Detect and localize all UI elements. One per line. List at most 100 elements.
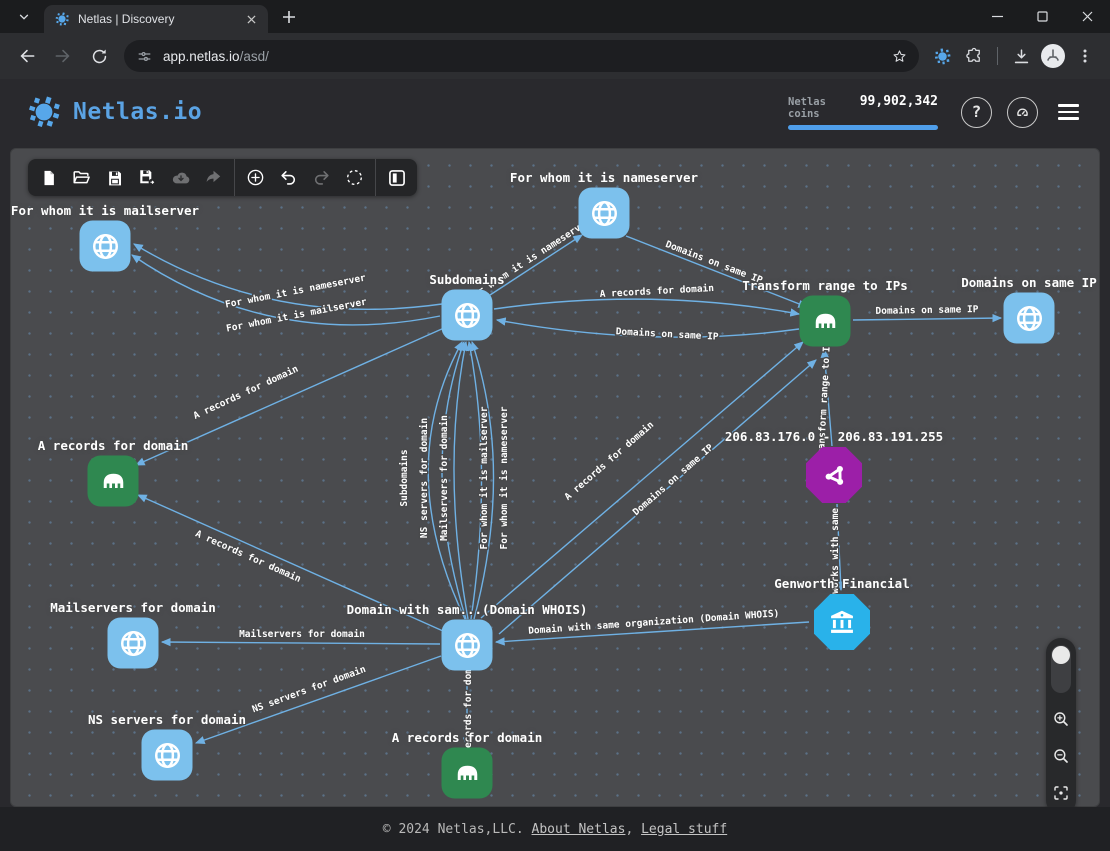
node-for-whom-nameserver[interactable]	[579, 188, 630, 239]
reload-button[interactable]	[82, 39, 116, 73]
netlas-extension-button[interactable]	[927, 41, 957, 71]
dashboard-button[interactable]	[1007, 97, 1038, 128]
node-a-records-bottom[interactable]	[442, 748, 493, 799]
node-label: Domain with sam...(Domain WHOIS)	[347, 602, 588, 617]
node-domains-same-ip[interactable]	[1004, 293, 1055, 344]
browser-tab[interactable]: Netlas | Discovery	[44, 5, 268, 33]
legal-stuff-link[interactable]: Legal stuff	[641, 822, 727, 837]
edge-label: NS servers for domain	[419, 418, 430, 538]
node-label: For whom it is mailserver	[11, 203, 199, 218]
select-area-button[interactable]	[338, 162, 371, 193]
node-ip-range[interactable]	[806, 447, 862, 503]
share-button[interactable]	[197, 162, 230, 193]
browser-titlebar: Netlas | Discovery	[0, 0, 1110, 33]
save-icon	[106, 169, 124, 187]
globe-icon	[118, 628, 148, 658]
open-file-button[interactable]	[65, 162, 98, 193]
zoom-panel	[1046, 638, 1076, 807]
building-icon	[98, 466, 128, 496]
node-domain-with-same[interactable]	[442, 620, 493, 671]
new-file-icon	[40, 169, 58, 187]
globe-icon	[589, 198, 619, 228]
browser-menu-button[interactable]	[1070, 41, 1100, 71]
undo-button[interactable]	[272, 162, 305, 193]
node-mailservers[interactable]	[108, 618, 159, 669]
netlas-extension-icon	[933, 47, 952, 66]
gauge-icon	[1013, 103, 1032, 122]
node-a-records-left[interactable]	[88, 456, 139, 507]
toggle-panel-button[interactable]	[380, 162, 413, 193]
new-file-button[interactable]	[32, 162, 65, 193]
main-menu-button[interactable]	[1053, 97, 1084, 128]
node-for-whom-mailserver[interactable]	[80, 221, 131, 272]
save-button[interactable]	[98, 162, 131, 193]
graph-edge[interactable]	[162, 642, 440, 644]
zoom-slider-knob[interactable]	[1052, 646, 1070, 664]
about-netlas-link[interactable]: About Netlas	[532, 822, 626, 837]
tab-close-button[interactable]	[242, 10, 260, 28]
fit-view-button[interactable]	[1050, 782, 1072, 804]
bookmark-button[interactable]	[885, 42, 913, 70]
globe-icon	[1014, 303, 1044, 333]
node-label: For whom it is nameserver	[510, 170, 698, 185]
node-transform-range[interactable]	[800, 296, 851, 347]
node-label: A records for domain	[38, 438, 189, 453]
node-genworth-financial[interactable]	[814, 594, 870, 650]
zoom-in-button[interactable]	[1050, 708, 1072, 730]
tab-title: Netlas | Discovery	[78, 12, 234, 26]
save-as-button[interactable]	[131, 162, 164, 193]
redo-icon	[312, 168, 331, 187]
edge-label: NS servers for domain	[251, 664, 368, 715]
url-bar[interactable]: app.netlas.io/asd/	[124, 40, 919, 72]
graph-edge[interactable]	[134, 244, 442, 309]
graph-edge[interactable]	[454, 342, 468, 619]
graph-edge[interactable]	[494, 299, 799, 314]
maximize-button[interactable]	[1020, 0, 1065, 33]
site-settings-icon	[136, 48, 153, 65]
netlas-logo-icon	[26, 94, 62, 130]
undo-icon	[279, 168, 298, 187]
graph-edge[interactable]	[853, 318, 1001, 320]
redo-button[interactable]	[305, 162, 338, 193]
graph-canvas[interactable]: For whom it is nameserver For whom it is …	[10, 148, 1100, 807]
cloud-download-button[interactable]	[164, 162, 197, 193]
new-tab-button[interactable]	[276, 4, 302, 30]
node-label: Genworth Financial	[774, 576, 909, 591]
maximize-icon	[1037, 11, 1048, 22]
hamburger-icon	[1058, 104, 1079, 120]
star-icon	[891, 48, 908, 65]
coins-value: 99,902,342	[860, 94, 938, 109]
close-window-button[interactable]	[1065, 0, 1110, 33]
zoom-out-button[interactable]	[1050, 745, 1072, 767]
back-button[interactable]	[10, 39, 44, 73]
panel-tool-group	[376, 159, 417, 196]
copyright-text: © 2024 Netlas,LLC.	[383, 822, 532, 837]
share-arrow-icon	[204, 168, 223, 187]
page-footer: © 2024 Netlas,LLC. About Netlas, Legal s…	[0, 807, 1110, 851]
node-label: Domains on same IP	[961, 275, 1096, 290]
header-actions: Netlas coins 99,902,342 ?	[788, 94, 1084, 130]
downloads-button[interactable]	[1006, 41, 1036, 71]
node-ns-servers[interactable]	[142, 730, 193, 781]
reload-icon	[90, 47, 109, 66]
coins-label: Netlas coins	[788, 96, 860, 120]
add-node-button[interactable]	[239, 162, 272, 193]
graph-edge[interactable]	[481, 342, 803, 618]
node-label: 206.83.176.0 - 206.83.191.255	[725, 429, 943, 444]
edge-label: Networks with same org	[830, 485, 841, 611]
minimize-button[interactable]	[975, 0, 1020, 33]
tab-search-button[interactable]	[10, 5, 38, 29]
file-tool-group	[28, 159, 235, 196]
globe-icon	[152, 740, 182, 770]
netlas-brand[interactable]: Netlas.io	[26, 94, 202, 130]
profile-avatar[interactable]	[1038, 41, 1068, 71]
download-icon	[1012, 47, 1031, 66]
help-button[interactable]: ?	[961, 97, 992, 128]
edge-layer: For whom it is nameserver For whom it is …	[10, 148, 1100, 807]
fit-screen-icon	[1052, 784, 1070, 802]
extensions-button[interactable]	[959, 41, 989, 71]
edge-label: A records for domain	[599, 283, 714, 300]
zoom-slider[interactable]	[1051, 645, 1071, 693]
node-subdomains[interactable]	[442, 290, 493, 341]
forward-button[interactable]	[46, 39, 80, 73]
